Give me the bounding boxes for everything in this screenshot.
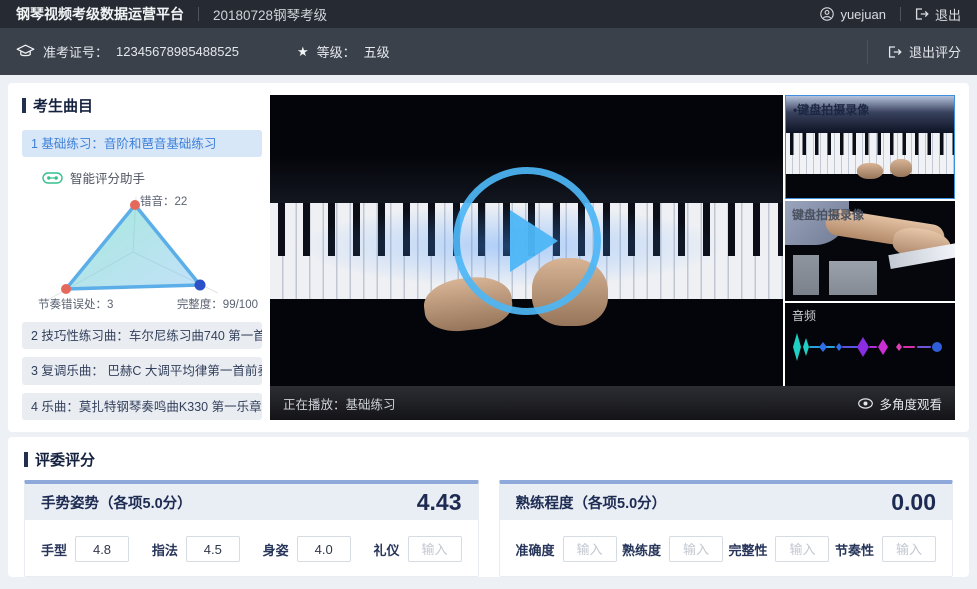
accuracy-input[interactable] bbox=[563, 536, 617, 562]
exam-info-bar: 准考证号： 12345678985488525 ★ 等级： 五级 退出评分 bbox=[0, 28, 977, 75]
graduation-cap-icon bbox=[16, 44, 35, 59]
assistant-toggle-icon bbox=[42, 171, 63, 185]
radar-label-wrong-notes: 错音：22 bbox=[140, 193, 187, 209]
divider bbox=[900, 7, 901, 21]
audio-waveform bbox=[787, 329, 953, 365]
user-menu[interactable]: yuejuan bbox=[820, 7, 886, 22]
multi-angle-button[interactable]: 多角度观看 bbox=[858, 394, 942, 413]
audio-label: 音频 bbox=[792, 307, 816, 324]
user-icon bbox=[820, 7, 834, 21]
play-icon bbox=[510, 210, 558, 272]
field-completeness: 完整性 bbox=[728, 536, 829, 562]
thumbnail2-label: 键盘拍摄录像 bbox=[792, 206, 864, 223]
eye-icon bbox=[858, 398, 873, 409]
field-accuracy: 准确度 bbox=[516, 536, 617, 562]
judge-scoring-card: 评委评分 手势姿势（各项5.0分） 4.43 手型 指法 bbox=[8, 437, 969, 577]
level-label: 等级： bbox=[317, 42, 356, 61]
title-accent-bar bbox=[24, 452, 28, 467]
top-bar: 钢琴视频考级数据运营平台 20180728钢琴考级 yuejuan 退出 bbox=[0, 0, 977, 28]
divider bbox=[198, 7, 199, 21]
logout-button[interactable]: 退出 bbox=[915, 5, 961, 24]
thumbnail1-hand-right bbox=[890, 159, 912, 177]
playlist-item-2[interactable]: 2 技巧性练习曲：车尔尼练习曲740 第一首 bbox=[22, 322, 262, 349]
now-playing-label: 正在播放：基础练习 bbox=[283, 394, 396, 413]
fingering-input[interactable] bbox=[186, 536, 240, 562]
field-etiquette: 礼仪 bbox=[373, 536, 461, 562]
thumbnail-keyboard-side-view[interactable]: 键盘拍摄录像 bbox=[785, 201, 955, 301]
thumbnail2-stand bbox=[793, 255, 819, 295]
field-hand-shape: 手型 bbox=[41, 536, 129, 562]
ticket-number: 12345678985488525 bbox=[116, 44, 239, 59]
player-status-bar: 正在播放：基础练习 多角度观看 bbox=[270, 386, 955, 420]
logout-label: 退出 bbox=[935, 5, 961, 24]
playlist-item-1[interactable]: 1 基础练习：音阶和琶音基础练习 bbox=[22, 130, 262, 157]
angle-thumbnails: •键盘拍摄录像 键盘拍摄录像 bbox=[785, 95, 955, 386]
multi-angle-label: 多角度观看 bbox=[879, 394, 942, 413]
session-title: 20180728钢琴考级 bbox=[213, 4, 327, 24]
exam-player-card: 考生曲目 1 基础练习：音阶和琶音基础练习 智能评分助手 bbox=[8, 83, 969, 432]
radar-chart: 错音：22 节奏错误处：3 完整度：99/100 bbox=[22, 191, 262, 312]
proficiency-panel-fields: 准确度 熟练度 完整性 节奏性 bbox=[500, 520, 953, 576]
playlist-item-4[interactable]: 4 乐曲：莫扎特钢琴奏鸣曲K330 第一乐章 bbox=[22, 393, 262, 420]
playlist-section-title: 考生曲目 bbox=[22, 95, 262, 116]
rhythm-input[interactable] bbox=[882, 536, 936, 562]
radar-svg bbox=[28, 197, 243, 305]
radar-label-rhythm-errors: 节奏错误处：3 bbox=[38, 296, 113, 312]
audio-track[interactable]: 音频 bbox=[785, 303, 955, 386]
level-group: ★ 等级： 五级 bbox=[297, 42, 390, 61]
thumbnail1-hand-left bbox=[857, 163, 883, 179]
gesture-panel-fields: 手型 指法 身姿 礼仪 bbox=[25, 520, 478, 576]
proficiency-panel-title: 熟练程度（各项5.0分） bbox=[516, 492, 667, 513]
logout-icon bbox=[915, 8, 929, 20]
field-posture: 身姿 bbox=[263, 536, 351, 562]
field-rhythm: 节奏性 bbox=[835, 536, 936, 562]
ticket-group: 准考证号： 12345678985488525 bbox=[16, 42, 239, 61]
exit-scoring-button[interactable]: 退出评分 bbox=[867, 40, 961, 64]
gesture-panel-title: 手势姿势（各项5.0分） bbox=[41, 492, 192, 513]
radar-label-completeness: 完整度：99/100 bbox=[177, 296, 258, 312]
video-viewer: •键盘拍摄录像 键盘拍摄录像 bbox=[270, 95, 955, 420]
thumbnail1-label: •键盘拍摄录像 bbox=[793, 101, 869, 118]
field-fingering: 指法 bbox=[152, 536, 240, 562]
gesture-panel-header: 手势姿势（各项5.0分） 4.43 bbox=[25, 484, 478, 520]
posture-input[interactable] bbox=[297, 536, 351, 562]
proficiency-panel-score: 0.00 bbox=[891, 489, 936, 516]
thumbnail2-stand bbox=[829, 261, 877, 295]
smart-score-assistant[interactable]: 智能评分助手 bbox=[42, 168, 262, 187]
title-accent-bar bbox=[22, 98, 26, 113]
field-proficiency: 熟练度 bbox=[622, 536, 723, 562]
thumbnail-keyboard-top-view[interactable]: •键盘拍摄录像 bbox=[785, 95, 955, 199]
app-title: 钢琴视频考级数据运营平台 bbox=[16, 4, 184, 24]
playlist-item-3[interactable]: 3 复调乐曲： 巴赫C 大调平均律第一首前奏曲 bbox=[22, 357, 262, 384]
exit-scoring-icon bbox=[888, 46, 902, 58]
main-video[interactable] bbox=[270, 95, 783, 386]
etiquette-input[interactable] bbox=[408, 536, 462, 562]
proficiency-panel: 熟练程度（各项5.0分） 0.00 准确度 熟练度 完整性 bbox=[499, 480, 954, 577]
ticket-label: 准考证号： bbox=[43, 42, 108, 61]
exit-scoring-label: 退出评分 bbox=[909, 42, 961, 61]
proficiency-panel-header: 熟练程度（各项5.0分） 0.00 bbox=[500, 484, 953, 520]
completeness-input[interactable] bbox=[775, 536, 829, 562]
playlist-sidebar: 考生曲目 1 基础练习：音阶和琶音基础练习 智能评分助手 bbox=[22, 95, 262, 420]
play-button[interactable] bbox=[453, 167, 601, 315]
username: yuejuan bbox=[840, 7, 886, 22]
page: 钢琴视频考级数据运营平台 20180728钢琴考级 yuejuan 退出 准考证… bbox=[0, 0, 977, 589]
proficiency-input[interactable] bbox=[669, 536, 723, 562]
star-icon: ★ bbox=[297, 44, 309, 60]
gesture-posture-panel: 手势姿势（各项5.0分） 4.43 手型 指法 身姿 bbox=[24, 480, 479, 577]
assistant-label: 智能评分助手 bbox=[70, 168, 145, 187]
hand-shape-input[interactable] bbox=[75, 536, 129, 562]
level-value: 五级 bbox=[364, 42, 390, 61]
scoring-section-title: 评委评分 bbox=[24, 449, 953, 470]
gesture-panel-score: 4.43 bbox=[417, 489, 462, 516]
